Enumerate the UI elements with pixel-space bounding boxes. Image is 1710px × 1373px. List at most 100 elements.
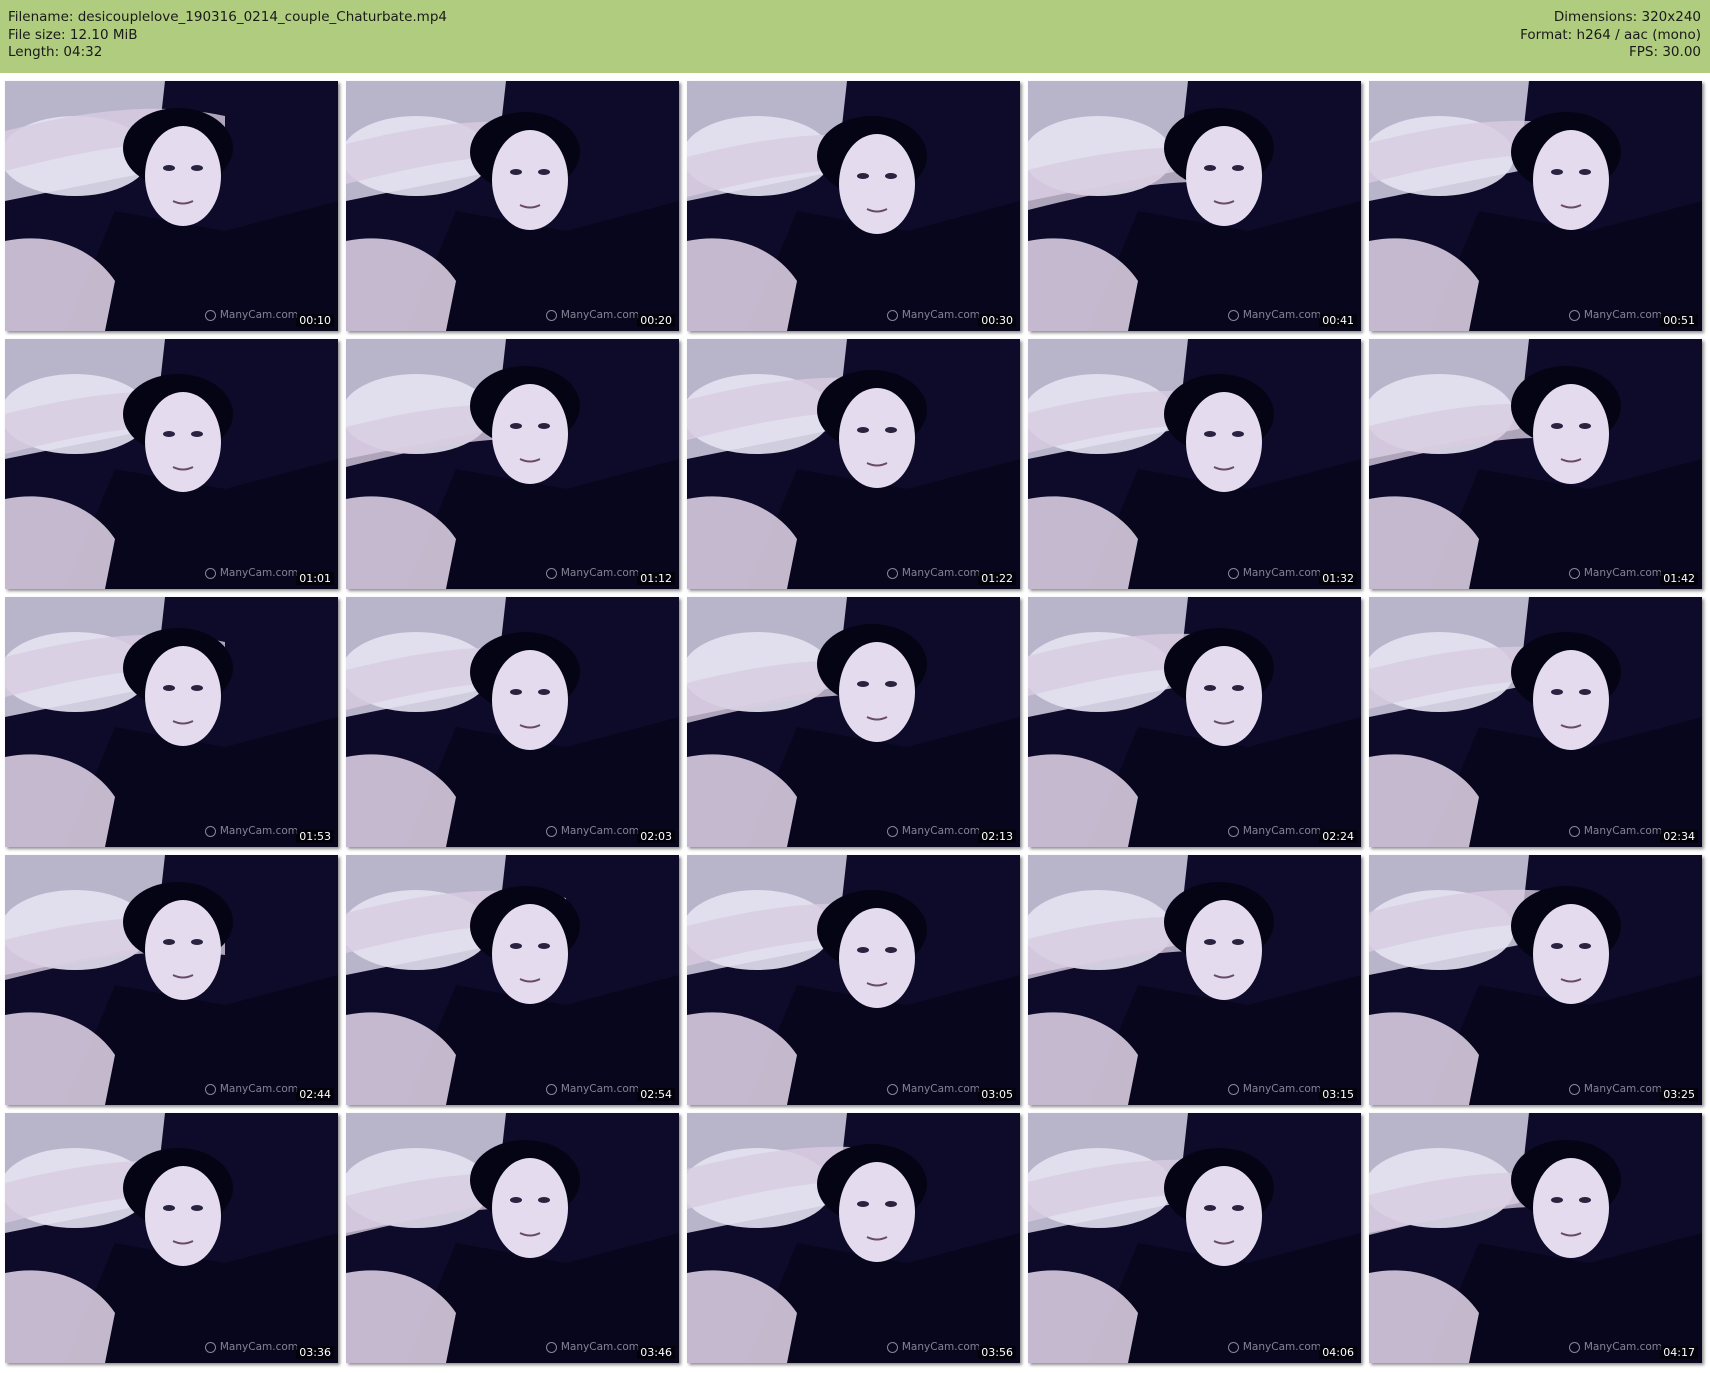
watermark-text: ManyCam.com (1242, 825, 1321, 837)
filesize-text: File size: 12.10 MiB (8, 26, 138, 43)
timestamp-label: 02:54 (637, 1088, 675, 1101)
manycam-watermark: ManyCam.com (1568, 1341, 1662, 1353)
timestamp-label: 01:22 (978, 572, 1016, 585)
manycam-logo-icon (204, 1083, 216, 1095)
timestamp-label: 03:36 (296, 1346, 334, 1359)
video-frame-thumbnail: ManyCam.com 01:22 (687, 339, 1020, 589)
video-frame-thumbnail: ManyCam.com 03:05 (687, 855, 1020, 1105)
video-frame-thumbnail: ManyCam.com 00:41 (1028, 81, 1361, 331)
manycam-logo-icon (886, 825, 898, 837)
video-frame-thumbnail: ManyCam.com 03:56 (687, 1113, 1020, 1363)
frame-image (5, 1113, 338, 1363)
watermark-text: ManyCam.com (1242, 567, 1321, 579)
frame-image (687, 81, 1020, 331)
manycam-watermark: ManyCam.com (886, 309, 980, 321)
frame-image (346, 1113, 679, 1363)
manycam-logo-icon (1227, 1083, 1239, 1095)
video-frame-thumbnail: ManyCam.com 04:06 (1028, 1113, 1361, 1363)
timestamp-label: 03:05 (978, 1088, 1016, 1101)
thumbnail-grid: ManyCam.com 00:10 ManyCam.com 00:20 ManyCam.… (0, 81, 1710, 1363)
manycam-watermark: ManyCam.com (886, 1341, 980, 1353)
manycam-logo-icon (1568, 825, 1580, 837)
manycam-watermark: ManyCam.com (545, 309, 639, 321)
frame-image (346, 855, 679, 1105)
frame-image (1028, 81, 1361, 331)
timestamp-label: 02:13 (978, 830, 1016, 843)
length-text: Length: 04:32 (8, 44, 103, 60)
watermark-text: ManyCam.com (901, 309, 980, 321)
timestamp-label: 02:03 (637, 830, 675, 843)
video-frame-thumbnail: ManyCam.com 02:34 (1369, 597, 1702, 847)
manycam-logo-icon (886, 1341, 898, 1353)
timestamp-label: 01:12 (637, 572, 675, 585)
timestamp-label: 00:10 (296, 314, 334, 327)
frame-image (1028, 1113, 1361, 1363)
video-frame-thumbnail: ManyCam.com 01:12 (346, 339, 679, 589)
manycam-watermark: ManyCam.com (1568, 825, 1662, 837)
manycam-logo-icon (1568, 1083, 1580, 1095)
timestamp-label: 03:56 (978, 1346, 1016, 1359)
manycam-logo-icon (886, 567, 898, 579)
watermark-text: ManyCam.com (560, 309, 639, 321)
manycam-logo-icon (1227, 825, 1239, 837)
watermark-text: ManyCam.com (901, 825, 980, 837)
video-frame-thumbnail: ManyCam.com 03:25 (1369, 855, 1702, 1105)
timestamp-label: 00:30 (978, 314, 1016, 327)
manycam-logo-icon (204, 825, 216, 837)
video-frame-thumbnail: ManyCam.com 00:51 (1369, 81, 1702, 331)
manycam-watermark: ManyCam.com (1568, 567, 1662, 579)
info-header: Filename: desicouplelove_190316_0214_cou… (0, 0, 1710, 73)
frame-image (1369, 855, 1702, 1105)
watermark-text: ManyCam.com (560, 1341, 639, 1353)
timestamp-label: 01:01 (296, 572, 334, 585)
manycam-watermark: ManyCam.com (545, 825, 639, 837)
manycam-logo-icon (1227, 567, 1239, 579)
timestamp-label: 00:41 (1319, 314, 1357, 327)
manycam-watermark: ManyCam.com (1568, 1083, 1662, 1095)
manycam-logo-icon (1568, 309, 1580, 321)
video-frame-thumbnail: ManyCam.com 00:30 (687, 81, 1020, 331)
manycam-logo-icon (545, 567, 557, 579)
watermark-text: ManyCam.com (901, 1083, 980, 1095)
video-frame-thumbnail: ManyCam.com 01:42 (1369, 339, 1702, 589)
manycam-logo-icon (545, 1083, 557, 1095)
watermark-text: ManyCam.com (901, 1341, 980, 1353)
manycam-watermark: ManyCam.com (545, 1083, 639, 1095)
watermark-text: ManyCam.com (219, 567, 298, 579)
manycam-logo-icon (545, 825, 557, 837)
timestamp-label: 01:32 (1319, 572, 1357, 585)
manycam-watermark: ManyCam.com (886, 1083, 980, 1095)
frame-image (1369, 1113, 1702, 1363)
timestamp-label: 04:06 (1319, 1346, 1357, 1359)
format-text: Format: h264 / aac (mono) (1520, 26, 1701, 43)
video-frame-thumbnail: ManyCam.com 02:54 (346, 855, 679, 1105)
frame-image (1028, 597, 1361, 847)
manycam-watermark: ManyCam.com (1568, 309, 1662, 321)
manycam-logo-icon (1227, 1341, 1239, 1353)
manycam-watermark: ManyCam.com (545, 1341, 639, 1353)
manycam-watermark: ManyCam.com (1227, 825, 1321, 837)
manycam-watermark: ManyCam.com (204, 825, 298, 837)
frame-image (1369, 597, 1702, 847)
watermark-text: ManyCam.com (1583, 1083, 1662, 1095)
watermark-text: ManyCam.com (1242, 309, 1321, 321)
watermark-text: ManyCam.com (1242, 1083, 1321, 1095)
timestamp-label: 03:25 (1660, 1088, 1698, 1101)
manycam-logo-icon (1568, 567, 1580, 579)
filename-text: Filename: desicouplelove_190316_0214_cou… (8, 9, 447, 25)
frame-image (1369, 339, 1702, 589)
watermark-text: ManyCam.com (560, 1083, 639, 1095)
frame-image (346, 81, 679, 331)
frame-image (5, 81, 338, 331)
header-right: Dimensions: 320x240 Format: h264 / aac (… (1520, 9, 1701, 62)
timestamp-label: 02:44 (296, 1088, 334, 1101)
frame-image (5, 339, 338, 589)
manycam-logo-icon (1568, 1341, 1580, 1353)
manycam-logo-icon (886, 309, 898, 321)
frame-image (5, 597, 338, 847)
manycam-logo-icon (545, 1341, 557, 1353)
video-frame-thumbnail: ManyCam.com 00:10 (5, 81, 338, 331)
dimensions-text: Dimensions: 320x240 (1553, 9, 1701, 25)
manycam-watermark: ManyCam.com (1227, 309, 1321, 321)
watermark-text: ManyCam.com (1583, 825, 1662, 837)
